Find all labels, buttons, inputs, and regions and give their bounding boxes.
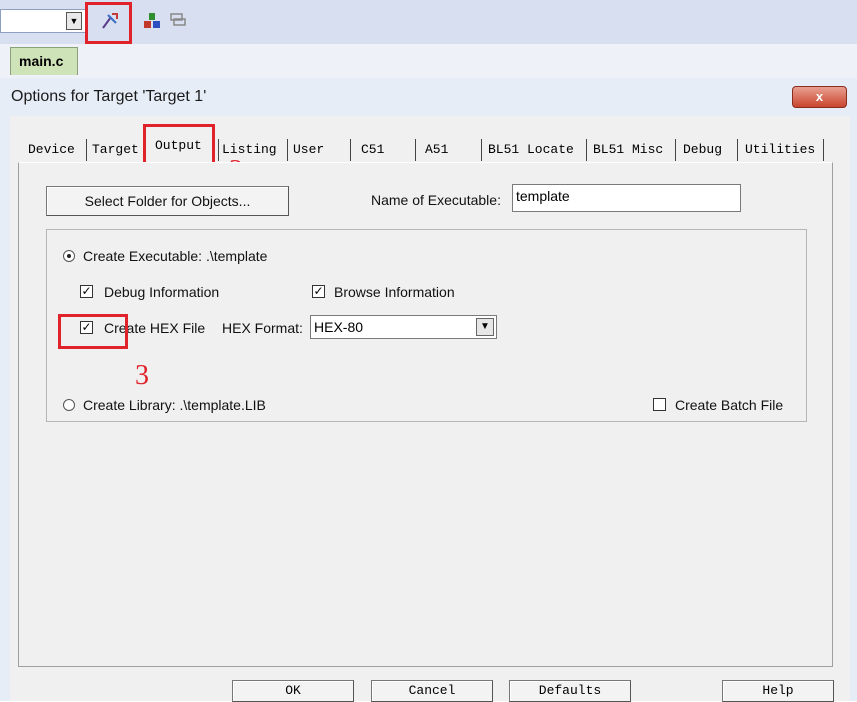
tab-separator bbox=[823, 139, 824, 161]
browse-information-label: Browse Information bbox=[334, 284, 455, 300]
annotation-box-1 bbox=[85, 2, 132, 44]
ok-button[interactable]: OK bbox=[232, 680, 354, 702]
hex-format-select[interactable]: HEX-80 bbox=[310, 315, 497, 339]
debug-information-label: Debug Information bbox=[104, 284, 220, 300]
tab-separator bbox=[737, 139, 738, 161]
tab-device[interactable]: Device bbox=[28, 139, 75, 163]
tab-separator bbox=[287, 139, 288, 161]
select-packs-icon[interactable] bbox=[165, 8, 191, 34]
tab-utilities[interactable]: Utilities bbox=[745, 139, 815, 163]
tab-separator bbox=[586, 139, 587, 161]
tab-separator bbox=[481, 139, 482, 161]
create-executable-radio[interactable] bbox=[63, 250, 75, 262]
help-button[interactable]: Help bbox=[722, 680, 834, 702]
tab-user[interactable]: User bbox=[293, 139, 324, 163]
tab-bl51-locate[interactable]: BL51 Locate bbox=[488, 139, 574, 163]
annotation-box-3 bbox=[58, 314, 128, 349]
dialog-title: Options for Target 'Target 1' bbox=[11, 88, 207, 105]
chevron-down-icon[interactable]: ▼ bbox=[476, 318, 494, 336]
create-library-label: Create Library: .\template.LIB bbox=[83, 397, 266, 413]
tab-separator bbox=[350, 139, 351, 161]
hex-format-label: HEX Format: bbox=[222, 320, 303, 336]
tab-debug[interactable]: Debug bbox=[683, 139, 722, 163]
tab-separator bbox=[218, 139, 219, 161]
create-batch-file-label: Create Batch File bbox=[675, 397, 784, 413]
file-tab-strip bbox=[0, 44, 857, 79]
defaults-button[interactable]: Defaults bbox=[509, 680, 631, 702]
tab-target[interactable]: Target bbox=[92, 139, 139, 163]
select-folder-button[interactable]: Select Folder for Objects... bbox=[46, 186, 289, 216]
tab-separator bbox=[415, 139, 416, 161]
manage-components-icon[interactable] bbox=[139, 8, 165, 34]
create-library-radio[interactable] bbox=[63, 399, 75, 411]
tab-c51[interactable]: C51 bbox=[361, 139, 384, 163]
browse-information-checkbox[interactable]: ✓ bbox=[312, 285, 325, 298]
name-of-executable-input[interactable]: template bbox=[512, 184, 741, 212]
create-executable-label: Create Executable: .\template bbox=[83, 248, 268, 264]
file-tab-main-c[interactable]: main.c bbox=[10, 47, 78, 75]
create-batch-file-checkbox[interactable] bbox=[653, 398, 666, 411]
tab-bl51-misc[interactable]: BL51 Misc bbox=[593, 139, 663, 163]
name-of-executable-label: Name of Executable: bbox=[371, 192, 501, 208]
chevron-down-icon[interactable]: ▼ bbox=[66, 12, 82, 30]
close-button[interactable]: x bbox=[792, 86, 847, 108]
debug-information-checkbox[interactable]: ✓ bbox=[80, 285, 93, 298]
tab-a51[interactable]: A51 bbox=[425, 139, 448, 163]
tab-separator bbox=[675, 139, 676, 161]
tab-separator bbox=[86, 139, 87, 161]
annotation-number-3: 3 bbox=[135, 360, 149, 391]
hex-format-value: HEX-80 bbox=[314, 319, 364, 335]
cancel-button[interactable]: Cancel bbox=[371, 680, 493, 702]
